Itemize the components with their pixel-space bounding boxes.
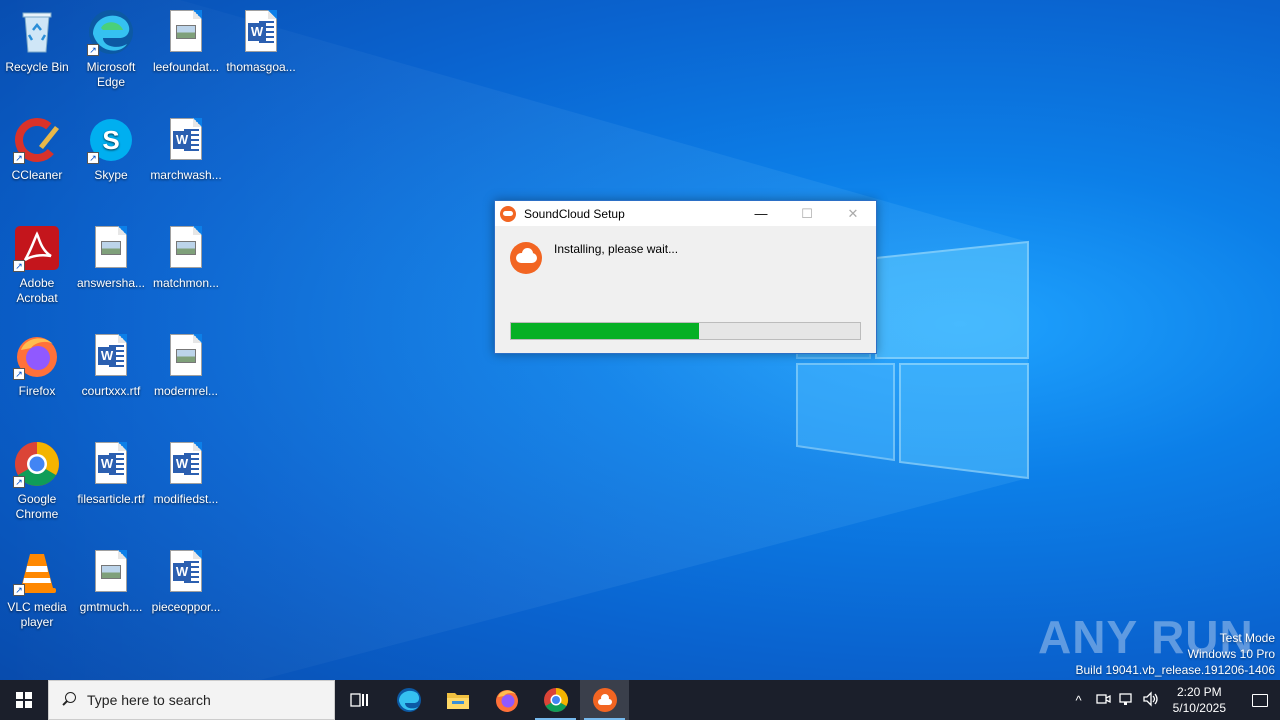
desktop-icon-filesarticle[interactable]: W filesarticle.rtf xyxy=(73,440,149,507)
firefox-icon xyxy=(495,690,518,712)
taskbar: Type here to search ^ 2:20 PM 5/10/2025 xyxy=(0,680,1280,720)
acrobat-icon: ↗ xyxy=(13,224,61,272)
chrome-icon: ↗ xyxy=(13,440,61,488)
word-document-icon: W xyxy=(162,440,210,488)
ccleaner-icon: ↗ xyxy=(13,116,61,164)
desktop-icon-marchwash[interactable]: W marchwash... xyxy=(148,116,224,183)
desktop-icon-adobe-acrobat[interactable]: ↗ Adobe Acrobat xyxy=(0,224,75,306)
image-file-icon xyxy=(162,224,210,272)
file-explorer-icon xyxy=(446,693,469,709)
task-view-button[interactable] xyxy=(335,680,384,720)
taskbar-search-box[interactable]: Type here to search xyxy=(48,680,335,720)
desktop-icon-ccleaner[interactable]: ↗ CCleaner xyxy=(0,116,75,183)
taskbar-chrome[interactable] xyxy=(531,680,580,720)
desktop-icon-matchmon[interactable]: matchmon... xyxy=(148,224,224,291)
taskbar-firefox[interactable] xyxy=(482,680,531,720)
soundcloud-logo-icon xyxy=(510,242,542,274)
minimize-button[interactable]: — xyxy=(738,201,784,226)
word-document-icon: W xyxy=(87,440,135,488)
desktop-icon-gmtmuch[interactable]: gmtmuch.... xyxy=(73,548,149,615)
install-progress-bar xyxy=(510,322,861,340)
soundcloud-setup-dialog: SoundCloud Setup — ☐ ✕ Installing, pleas… xyxy=(494,200,877,354)
edge-icon: ↗ xyxy=(87,8,135,56)
desktop-icon-courtxxx[interactable]: W courtxxx.rtf xyxy=(73,332,149,399)
image-file-icon xyxy=(87,548,135,596)
windows-logo-icon xyxy=(16,692,32,708)
edge-icon xyxy=(396,688,421,712)
desktop-icon-answersha[interactable]: answersha... xyxy=(73,224,149,291)
notification-icon xyxy=(1252,693,1268,707)
close-button: ✕ xyxy=(847,205,859,221)
start-button[interactable] xyxy=(0,680,48,720)
windows-edition-label: Windows 10 Pro xyxy=(1187,647,1275,661)
desktop-icon-skype[interactable]: S ↗ Skype xyxy=(73,116,149,183)
dialog-title: SoundCloud Setup xyxy=(524,206,625,221)
desktop-icon-modernrel[interactable]: modernrel... xyxy=(148,332,224,399)
svg-text:S: S xyxy=(102,125,119,155)
task-view-icon xyxy=(349,693,368,707)
vlc-icon: ↗ xyxy=(13,548,61,596)
taskbar-file-explorer[interactable] xyxy=(433,680,482,720)
skype-icon: S ↗ xyxy=(87,116,135,164)
image-file-icon xyxy=(87,224,135,272)
word-document-icon: W xyxy=(87,332,135,380)
meet-now-icon[interactable] xyxy=(1091,691,1115,710)
word-document-icon: W xyxy=(162,548,210,596)
test-mode-label: Test Mode xyxy=(1219,631,1275,645)
desktop-icon-recycle-bin[interactable]: Recycle Bin xyxy=(0,8,75,75)
search-placeholder: Type here to search xyxy=(87,692,211,708)
progress-fill xyxy=(511,323,700,339)
desktop-icon-pieceoppor[interactable]: W pieceoppor... xyxy=(148,548,224,615)
desktop-icon-thomasgoa[interactable]: W thomasgoa... xyxy=(223,8,299,75)
build-label: Build 19041.vb_release.191206-1406 xyxy=(1075,663,1276,677)
action-center-button[interactable] xyxy=(1240,680,1280,720)
firefox-icon: ↗ xyxy=(13,332,61,380)
desktop-icon-google-chrome[interactable]: ↗ Google Chrome xyxy=(0,440,75,522)
desktop-icon-leefoundat[interactable]: leefoundat... xyxy=(148,8,224,75)
taskbar-clock[interactable]: 2:20 PM 5/10/2025 xyxy=(1173,684,1226,716)
dialog-titlebar[interactable]: SoundCloud Setup — ☐ ✕ xyxy=(495,201,876,226)
desktop-icon-modifiedst[interactable]: W modifiedst... xyxy=(148,440,224,507)
maximize-button: ☐ xyxy=(801,205,813,221)
word-document-icon: W xyxy=(162,116,210,164)
clock-time: 2:20 PM xyxy=(1176,685,1222,699)
image-file-icon xyxy=(162,332,210,380)
install-status-text: Installing, please wait... xyxy=(554,242,679,256)
recycle-bin-icon xyxy=(13,8,61,56)
volume-icon[interactable] xyxy=(1139,690,1163,710)
taskbar-edge[interactable] xyxy=(384,680,433,720)
word-document-icon: W xyxy=(237,8,285,56)
soundcloud-icon xyxy=(500,205,516,222)
tray-overflow-chevron-icon[interactable]: ^ xyxy=(1067,693,1091,708)
system-tray: ^ 2:20 PM 5/10/2025 xyxy=(1067,680,1280,720)
chrome-icon xyxy=(543,688,568,713)
soundcloud-icon xyxy=(592,688,617,712)
desktop-icon-microsoft-edge[interactable]: ↗ Microsoft Edge xyxy=(73,8,149,90)
image-file-icon xyxy=(162,8,210,56)
desktop-icon-firefox[interactable]: ↗ Firefox xyxy=(0,332,75,399)
desktop-icon-vlc[interactable]: ↗ VLC media player xyxy=(0,548,75,630)
taskbar-soundcloud[interactable] xyxy=(580,680,629,720)
system-info: Test Mode Windows 10 Pro Build 19041.vb_… xyxy=(1076,630,1276,678)
clock-date: 5/10/2025 xyxy=(1172,701,1226,715)
search-icon xyxy=(61,692,77,708)
network-icon[interactable] xyxy=(1115,691,1139,710)
